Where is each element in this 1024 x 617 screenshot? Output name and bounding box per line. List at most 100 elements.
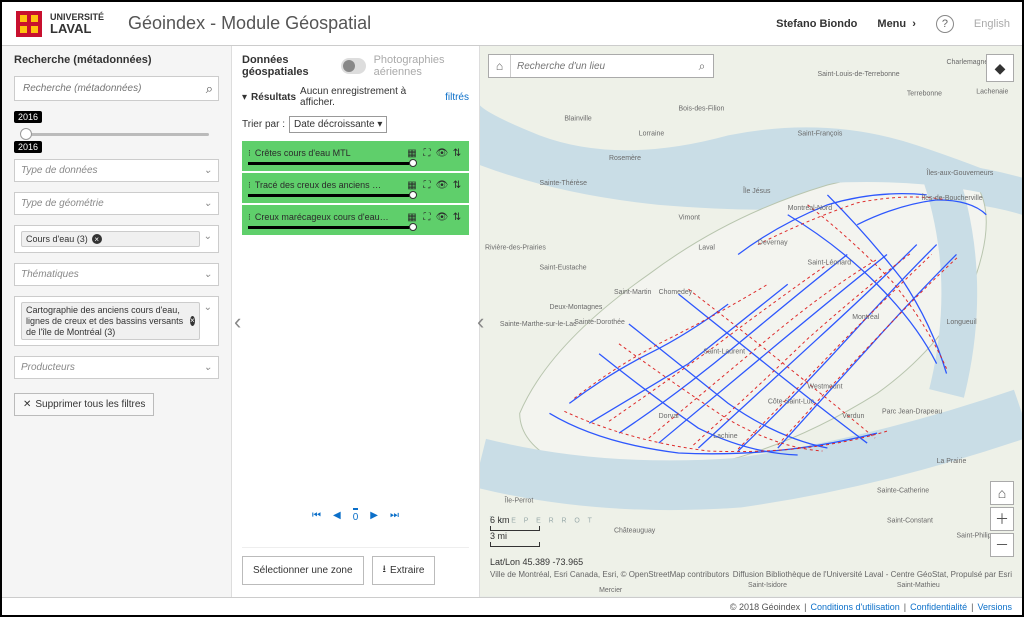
svg-text:Verdun: Verdun	[842, 413, 864, 420]
privacy-link[interactable]: Confidentialité	[910, 602, 967, 612]
svg-text:Bois-des-Filion: Bois-des-Filion	[679, 106, 725, 113]
chevron-down-icon: ⌄	[204, 269, 212, 280]
layer-item[interactable]: ⁝ Crêtes cours d'eau MTL ▦ ⛶ 👁 ⇅	[242, 141, 469, 171]
remove-chip-icon[interactable]: ×	[92, 234, 102, 244]
zoom-out-icon[interactable]: －	[990, 533, 1014, 557]
map-pane[interactable]: Charlemagne Saint-Louis-de-Terrebonne Te…	[480, 46, 1022, 597]
map-attribution: Ville de Montréal, Esri Canada, Esri, © …	[490, 570, 1012, 579]
svg-text:Châteauguay: Châteauguay	[614, 527, 656, 534]
zoom-to-layer-icon[interactable]: ⛶	[421, 211, 433, 223]
chevron-down-icon: ⌄	[204, 302, 212, 313]
layer-settings-icon[interactable]: ⇅	[451, 147, 463, 159]
attribute-table-icon[interactable]: ▦	[406, 147, 418, 159]
opacity-slider[interactable]	[248, 226, 463, 229]
svg-text:Côte-Saint-Luc: Côte-Saint-Luc	[768, 398, 815, 405]
visibility-icon[interactable]: 👁	[436, 147, 448, 159]
zoom-to-layer-icon[interactable]: ⛶	[421, 179, 433, 191]
map-side-tools: ⌂ ＋ －	[990, 481, 1014, 557]
layer-item[interactable]: ⁝ Tracé des creux des anciens … ▦ ⛶ 👁 ⇅	[242, 173, 469, 203]
sort-select[interactable]: Date décroissante ▾	[289, 116, 387, 133]
terms-link[interactable]: Conditions d'utilisation	[810, 602, 899, 612]
map-home-icon[interactable]: ⌂	[990, 481, 1014, 505]
year-slider[interactable]: 2016 2016	[14, 121, 219, 149]
results-summary: ▾ Résultats Aucun enregistrement à affic…	[242, 86, 469, 108]
drag-handle-icon[interactable]: ⁝	[248, 180, 251, 191]
clear-filters-button[interactable]: ✕Supprimer tous les filtres	[14, 393, 154, 416]
thematiques-select[interactable]: Thématiques⌄	[14, 263, 219, 286]
svg-text:Blainville: Blainville	[564, 115, 592, 122]
carte-filter-select[interactable]: Cartographie des anciens cours d'eau, li…	[14, 296, 219, 346]
year-from-badge: 2016	[14, 111, 42, 123]
svg-text:Parc Jean-Drapeau: Parc Jean-Drapeau	[882, 408, 942, 415]
opacity-slider[interactable]	[248, 194, 463, 197]
metadata-search-input[interactable]	[14, 76, 219, 101]
drag-handle-icon[interactable]: ⁝	[248, 148, 251, 159]
home-extent-icon[interactable]: ⌂	[489, 55, 511, 77]
opacity-slider[interactable]	[248, 162, 463, 165]
search-icon[interactable]: ⌕	[206, 81, 213, 97]
layer-title: Crêtes cours d'eau MTL	[255, 148, 402, 158]
layer-settings-icon[interactable]: ⇅	[451, 179, 463, 191]
basemap-layers-icon[interactable]: ◆	[986, 54, 1014, 82]
user-name[interactable]: Stefano Biondo	[776, 18, 857, 30]
filtered-link[interactable]: filtrés	[445, 92, 469, 103]
layer-settings-icon[interactable]: ⇅	[451, 211, 463, 223]
svg-text:Îles-de-Boucherville: Îles-de-Boucherville	[921, 193, 983, 202]
layer-title: Tracé des creux des anciens …	[255, 180, 402, 190]
visibility-icon[interactable]: 👁	[436, 211, 448, 223]
svg-text:Devernay: Devernay	[758, 240, 788, 247]
page-footer: © 2018 Géoindex | Conditions d'utilisati…	[2, 597, 1022, 615]
carte-chip-label: Cartographie des anciens cours d'eau, li…	[26, 305, 186, 337]
toggle-label-aerial: Photographies aériennes	[374, 54, 469, 78]
copyright: © 2018 Géoindex	[730, 602, 800, 612]
layer-title: Creux marécageux cours d'eau…	[255, 212, 402, 222]
attribute-table-icon[interactable]: ▦	[406, 211, 418, 223]
select-zone-button[interactable]: Sélectionner une zone	[242, 556, 364, 585]
map-canvas[interactable]: Charlemagne Saint-Louis-de-Terrebonne Te…	[480, 46, 1022, 597]
drag-handle-icon[interactable]: ⁝	[248, 212, 251, 223]
svg-text:Rivière-des-Prairies: Rivière-des-Prairies	[485, 244, 546, 251]
pager-next-icon[interactable]: ▶	[370, 510, 378, 521]
svg-text:Saint-Louis-de-Terrebonne: Saint-Louis-de-Terrebonne	[817, 71, 899, 78]
language-switch[interactable]: English	[974, 18, 1010, 30]
zoom-to-layer-icon[interactable]: ⛶	[421, 147, 433, 159]
pager-prev-icon[interactable]: ◀	[333, 510, 341, 521]
zoom-in-icon[interactable]: ＋	[990, 507, 1014, 531]
extract-button[interactable]: ⭳Extraire	[372, 556, 436, 585]
pager-first-icon[interactable]: ⏮	[312, 510, 321, 521]
chevron-down-icon: ⌄	[204, 165, 212, 176]
pager-last-icon[interactable]: ⏭	[390, 510, 399, 521]
layer-item[interactable]: ⁝ Creux marécageux cours d'eau… ▦ ⛶ 👁 ⇅	[242, 205, 469, 235]
map-search-input[interactable]	[511, 61, 691, 72]
type-geometrie-select[interactable]: Type de géométrie⌄	[14, 192, 219, 215]
svg-text:Dorval: Dorval	[659, 413, 680, 420]
layer-list: ⁝ Crêtes cours d'eau MTL ▦ ⛶ 👁 ⇅ ⁝	[242, 141, 469, 235]
pager-current: 0	[353, 508, 359, 523]
svg-text:Montréal: Montréal	[852, 314, 879, 321]
dataset-type-switch[interactable]	[341, 58, 366, 74]
filters-sidebar: Recherche (métadonnées) ⌕ 2016 2016 Type…	[2, 46, 232, 597]
chevron-down-icon: ⌄	[204, 231, 212, 242]
collapse-sidebar-handle[interactable]: ‹	[234, 309, 241, 335]
main-menu-link[interactable]: Menu ›	[877, 18, 916, 30]
svg-text:Sainte-Thérèse: Sainte-Thérèse	[540, 180, 588, 187]
layer-filter-select[interactable]: Cours d'eau (3)× ⌄	[14, 225, 219, 253]
chevron-down-icon: ⌄	[204, 362, 212, 373]
svg-text:Saint-Constant: Saint-Constant	[887, 517, 933, 524]
attribute-table-icon[interactable]: ▦	[406, 179, 418, 191]
help-icon[interactable]: ?	[936, 15, 954, 33]
search-icon[interactable]: ⌕	[691, 55, 713, 77]
type-donnees-select[interactable]: Type de données⌄	[14, 159, 219, 182]
remove-chip-icon[interactable]: ×	[190, 316, 195, 326]
download-icon: ⭳	[383, 562, 387, 579]
pager: ⏮ ◀ 0 ▶ ⏭	[242, 496, 469, 547]
sort-label: Trier par :	[242, 119, 285, 130]
svg-text:Rosemère: Rosemère	[609, 155, 641, 162]
app-title: Géoindex - Module Géospatial	[128, 13, 371, 34]
svg-text:Montréal-Nord: Montréal-Nord	[788, 205, 832, 212]
uni-label-name: LAVAL	[50, 22, 104, 35]
visibility-icon[interactable]: 👁	[436, 179, 448, 191]
producteurs-select[interactable]: Producteurs⌄	[14, 356, 219, 379]
versions-link[interactable]: Versions	[977, 602, 1012, 612]
collapse-results-handle[interactable]: ‹	[477, 309, 484, 335]
